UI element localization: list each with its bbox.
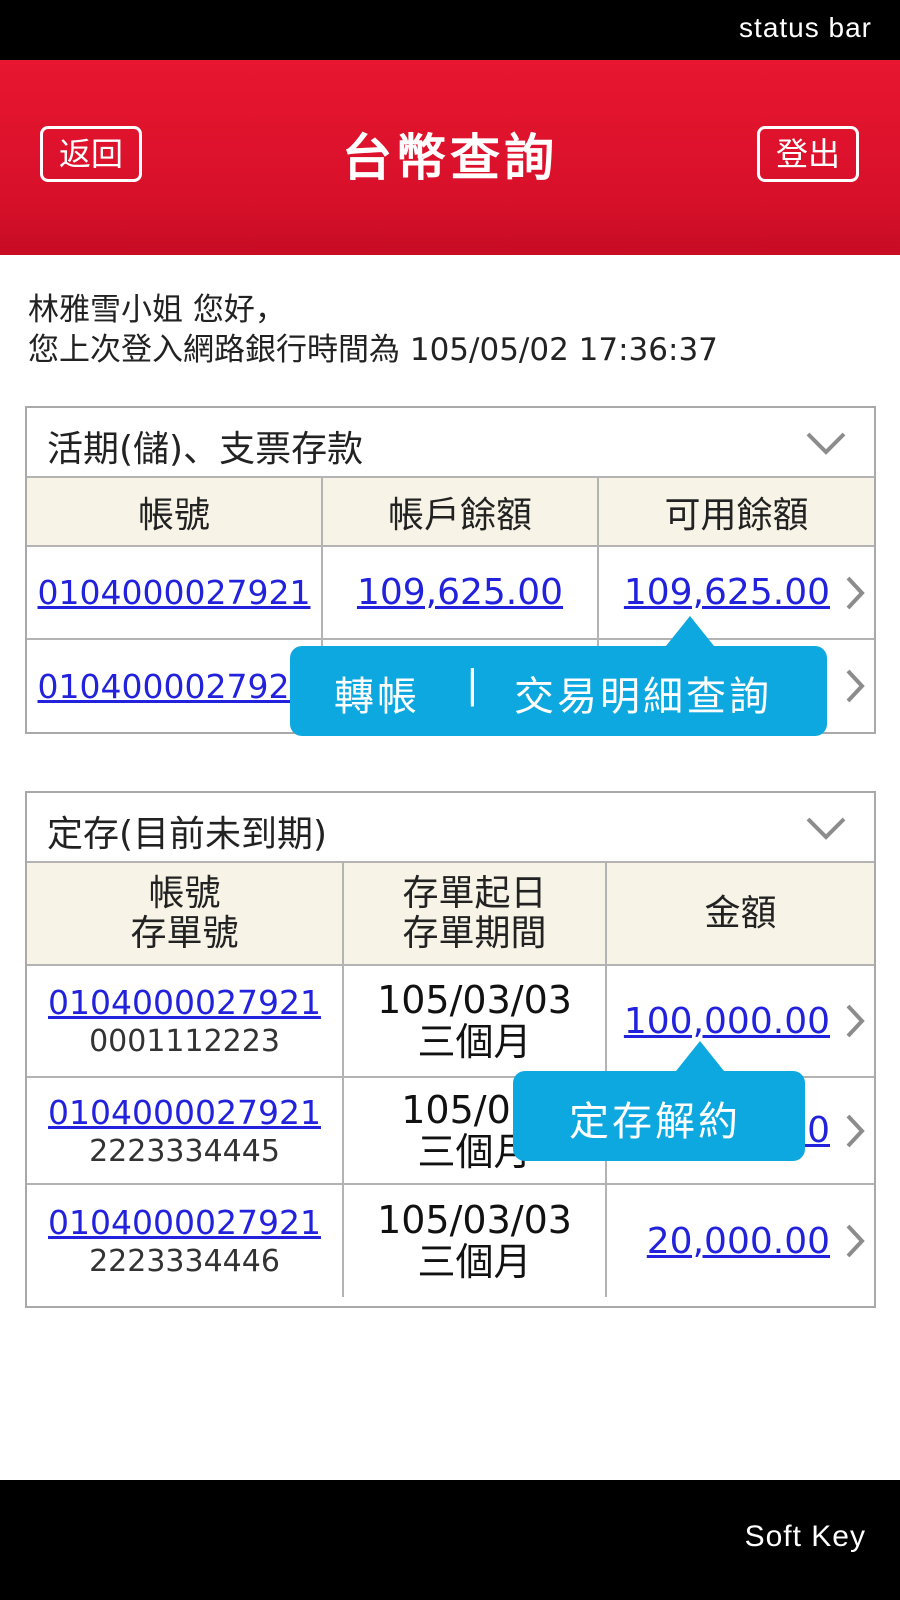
column-header-line: 存單期間 <box>402 912 547 954</box>
time-deposit-title: 定存(目前未到期) <box>47 814 328 855</box>
column-header-amount: 金額 <box>606 863 874 966</box>
logout-button[interactable]: 登出 <box>757 126 859 182</box>
last-login-time: 您上次登入網路銀行時間為 105/05/02 17:36:37 <box>28 332 718 368</box>
chevron-right-icon[interactable] <box>844 574 866 612</box>
column-header-balance: 帳戶餘額 <box>322 478 599 547</box>
start-date: 105/03/03 <box>377 978 572 1022</box>
time-deposit-panel: 定存(目前未到期) 帳號 存單號 存單起日 存單期間 金額 0104000027… <box>25 791 876 1308</box>
column-header-line: 帳號 <box>148 872 221 914</box>
column-header-available: 可用餘額 <box>598 478 874 547</box>
popup-separator: | <box>466 662 482 706</box>
account-link[interactable]: 0104000027921 <box>48 1093 321 1132</box>
chevron-right-icon[interactable] <box>844 1112 866 1150</box>
column-header-account-cert: 帳號 存單號 <box>27 863 344 966</box>
column-header-line: 金額 <box>704 892 777 934</box>
time-deposit-header[interactable]: 定存(目前未到期) <box>27 793 874 863</box>
chevron-right-icon[interactable] <box>844 1222 866 1260</box>
account-link[interactable]: 0104000027921 <box>48 983 321 1022</box>
deposit-action-popup: 定存解約 <box>513 1041 805 1161</box>
available-link[interactable]: 109,625.00 <box>624 572 830 613</box>
greeting-name: 林雅雪小姐 您好， <box>28 292 286 328</box>
account-link[interactable]: 0104000027921 <box>38 573 311 612</box>
app-header: 返回 台幣查詢 登出 <box>0 60 900 255</box>
soft-key-label[interactable]: Soft Key <box>745 1520 866 1554</box>
status-bar: status bar <box>0 0 900 60</box>
amount-link[interactable]: 100,000.00 <box>624 1001 830 1042</box>
certificate-number: 0001112223 <box>89 1024 280 1059</box>
account-action-popup: 轉帳 | 交易明細查詢 <box>290 616 827 736</box>
terminate-deposit-button[interactable]: 定存解約 <box>569 1089 741 1147</box>
table-header-row: 帳號 帳戶餘額 可用餘額 <box>27 478 874 547</box>
account-link[interactable]: 0104000027921 <box>48 1203 321 1242</box>
demand-deposit-title: 活期(儲)、支票存款 <box>47 429 364 470</box>
chevron-right-icon[interactable] <box>844 1002 866 1040</box>
start-date: 105/03/03 <box>377 1198 572 1242</box>
status-bar-label: status bar <box>739 12 872 43</box>
table-row[interactable]: 0104000027921 2223334446 105/03/03 三個月 2… <box>27 1184 874 1297</box>
transfer-button[interactable]: 轉帳 <box>334 664 420 722</box>
chevron-down-icon[interactable] <box>804 811 848 845</box>
amount-link[interactable]: 20,000.00 <box>647 1221 830 1262</box>
certificate-number: 2223334446 <box>89 1244 280 1279</box>
table-header-row: 帳號 存單號 存單起日 存單期間 金額 <box>27 863 874 966</box>
certificate-number: 2223334445 <box>89 1133 280 1169</box>
column-header-start-period: 存單起日 存單期間 <box>343 863 607 966</box>
transaction-details-button[interactable]: 交易明細查詢 <box>514 664 772 722</box>
greeting: 林雅雪小姐 您好， 您上次登入網路銀行時間為 105/05/02 17:36:3… <box>28 290 718 370</box>
table-row[interactable]: 0104000027921 0001112223 105/03/03 三個月 1… <box>27 965 874 1078</box>
soft-key-bar: Soft Key <box>0 1480 900 1600</box>
demand-deposit-header[interactable]: 活期(儲)、支票存款 <box>27 408 874 478</box>
column-header-account: 帳號 <box>27 478 323 547</box>
table-row[interactable]: 0104000027921 109,625.00 109,625.00 <box>27 546 874 640</box>
deposit-period: 三個月 <box>417 1240 532 1284</box>
account-link[interactable]: 0104000027921 <box>38 667 311 706</box>
balance-link[interactable]: 109,625.00 <box>357 572 563 613</box>
column-header-line: 存單號 <box>130 912 239 954</box>
deposit-period: 三個月 <box>417 1020 532 1064</box>
chevron-right-icon[interactable] <box>844 667 866 705</box>
column-header-line: 存單起日 <box>402 872 547 914</box>
chevron-down-icon[interactable] <box>804 426 848 460</box>
